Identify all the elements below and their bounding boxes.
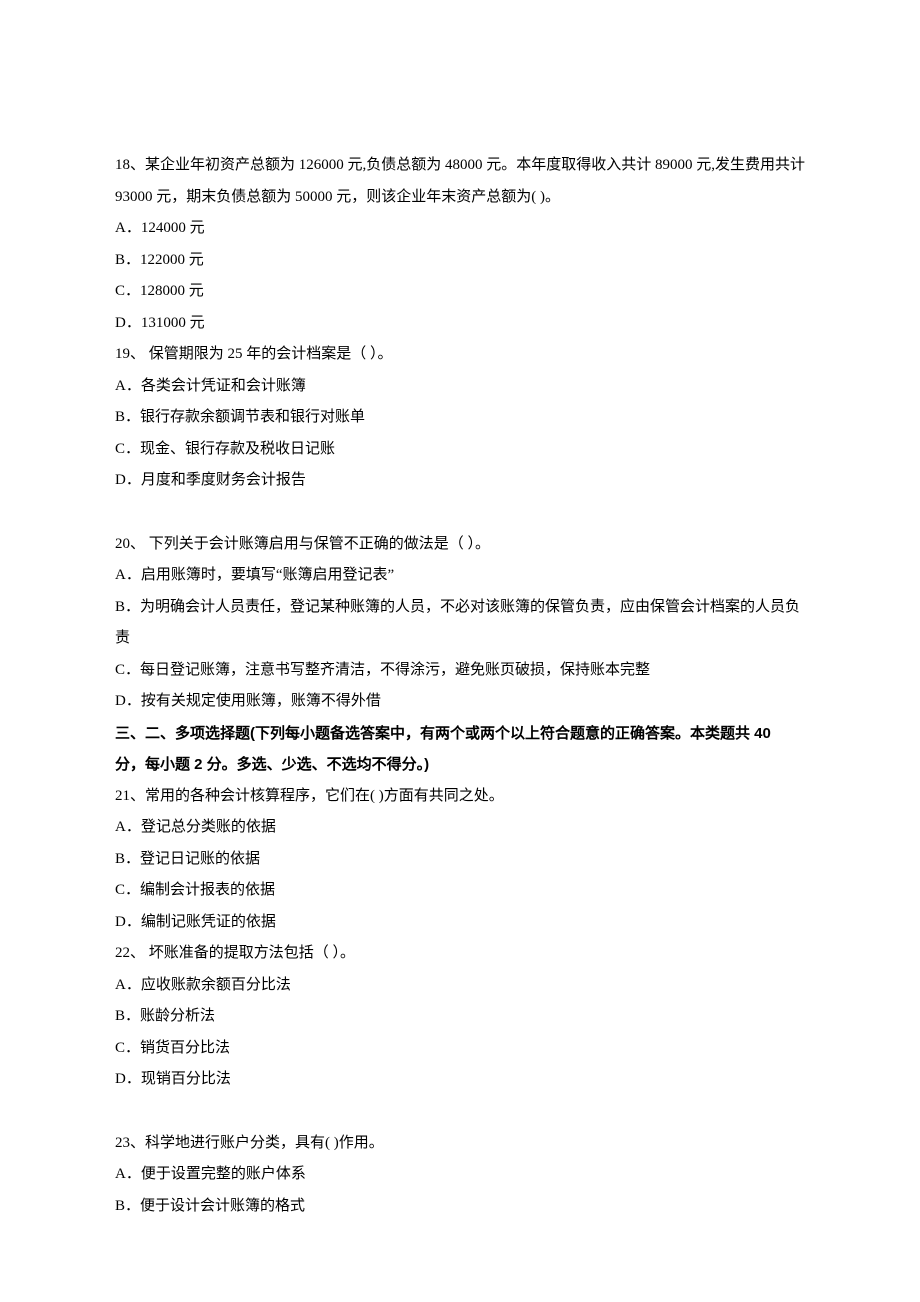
question-20-option-d: D．按有关规定使用账簿，账簿不得外借 — [115, 686, 805, 718]
section-3-header: 三、二、多项选择题(下列每小题备选答案中，有两个或两个以上符合题意的正确答案。本… — [115, 718, 805, 781]
question-18-option-a: A．124000 元 — [115, 213, 805, 245]
question-18-option-b: B．122000 元 — [115, 245, 805, 277]
question-19-text: 19、 保管期限为 25 年的会计档案是（ ）。 — [115, 339, 805, 371]
question-22-option-a: A．应收账款余额百分比法 — [115, 970, 805, 1002]
question-20-option-c: C．每日登记账簿，注意书写整齐清洁，不得涂污，避免账页破损，保持账本完整 — [115, 655, 805, 687]
question-19-option-b: B．银行存款余额调节表和银行对账单 — [115, 402, 805, 434]
question-23-option-a: A．便于设置完整的账户体系 — [115, 1159, 805, 1191]
question-21-option-b: B．登记日记账的依据 — [115, 844, 805, 876]
question-23-option-b: B．便于设计会计账簿的格式 — [115, 1191, 805, 1223]
question-22-option-c: C．销货百分比法 — [115, 1033, 805, 1065]
question-22-text: 22、 坏账准备的提取方法包括（ ）。 — [115, 938, 805, 970]
question-22: 22、 坏账准备的提取方法包括（ ）。 A．应收账款余额百分比法 B．账龄分析法… — [115, 938, 805, 1096]
question-18-option-c: C．128000 元 — [115, 276, 805, 308]
question-19: 19、 保管期限为 25 年的会计档案是（ ）。 A．各类会计凭证和会计账簿 B… — [115, 339, 805, 497]
question-18-text: 18、某企业年初资产总额为 126000 元,负债总额为 48000 元。本年度… — [115, 150, 805, 213]
question-22-option-b: B．账龄分析法 — [115, 1001, 805, 1033]
question-20: 20、 下列关于会计账簿启用与保管不正确的做法是（ ）。 A．启用账簿时，要填写… — [115, 529, 805, 718]
question-23-text: 23、科学地进行账户分类，具有( )作用。 — [115, 1128, 805, 1160]
question-21-text: 21、常用的各种会计核算程序，它们在( )方面有共同之处。 — [115, 781, 805, 813]
question-21: 21、常用的各种会计核算程序，它们在( )方面有共同之处。 A．登记总分类账的依… — [115, 781, 805, 939]
question-22-option-d: D．现销百分比法 — [115, 1064, 805, 1096]
question-21-option-a: A．登记总分类账的依据 — [115, 812, 805, 844]
question-20-text: 20、 下列关于会计账簿启用与保管不正确的做法是（ ）。 — [115, 529, 805, 561]
question-19-option-c: C．现金、银行存款及税收日记账 — [115, 434, 805, 466]
question-20-option-b: B．为明确会计人员责任，登记某种账簿的人员，不必对该账簿的保管负责，应由保管会计… — [115, 592, 805, 655]
question-23: 23、科学地进行账户分类，具有( )作用。 A．便于设置完整的账户体系 B．便于… — [115, 1128, 805, 1223]
question-18: 18、某企业年初资产总额为 126000 元,负债总额为 48000 元。本年度… — [115, 150, 805, 339]
question-19-option-a: A．各类会计凭证和会计账簿 — [115, 371, 805, 403]
question-18-option-d: D．131000 元 — [115, 308, 805, 340]
question-20-option-a: A．启用账簿时，要填写“账簿启用登记表” — [115, 560, 805, 592]
question-21-option-d: D．编制记账凭证的依据 — [115, 907, 805, 939]
spacer — [115, 497, 805, 529]
question-21-option-c: C．编制会计报表的依据 — [115, 875, 805, 907]
spacer — [115, 1096, 805, 1128]
question-19-option-d: D．月度和季度财务会计报告 — [115, 465, 805, 497]
